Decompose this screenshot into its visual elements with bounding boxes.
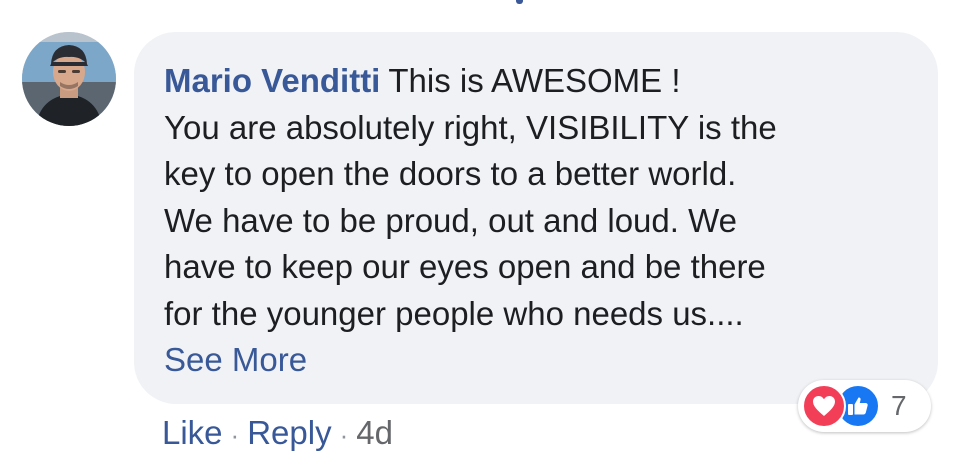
comment-actions: Like · Reply · 4d [162, 410, 393, 458]
thread-connector [516, 0, 523, 4]
comment-line: key to open the doors to a better world. [164, 155, 737, 192]
comment-line: This is AWESOME ! [388, 62, 681, 99]
reactions-summary[interactable]: 7 [798, 380, 931, 432]
reply-link[interactable]: Reply [247, 414, 331, 451]
comment-body: Mario Venditti This is AWESOME ! You are … [164, 58, 908, 384]
comment-timestamp[interactable]: 4d [356, 414, 393, 451]
comment-line: have to keep our eyes open and be there [164, 248, 766, 285]
author-name-link[interactable]: Mario Venditti [164, 62, 380, 99]
comment-item: Mario Venditti This is AWESOME ! You are … [0, 0, 980, 470]
comment-line: You are absolutely right, VISIBILITY is … [164, 108, 777, 146]
see-more-link[interactable]: See More [164, 341, 307, 378]
comment-first-line: Mario Venditti This is AWESOME ! [164, 58, 908, 105]
love-heart-icon [802, 384, 846, 428]
comment-line: for the younger people who needs us.... [164, 294, 744, 332]
comment-line: We have to be proud, out and loud. We [164, 201, 738, 239]
profile-photo-icon [22, 32, 116, 126]
separator-dot: · [230, 420, 240, 450]
like-link[interactable]: Like [162, 414, 223, 451]
separator-dot: · [339, 420, 349, 450]
reaction-count: 7 [891, 390, 907, 421]
comment-bubble: Mario Venditti This is AWESOME ! You are … [134, 32, 938, 404]
avatar[interactable] [22, 32, 116, 126]
